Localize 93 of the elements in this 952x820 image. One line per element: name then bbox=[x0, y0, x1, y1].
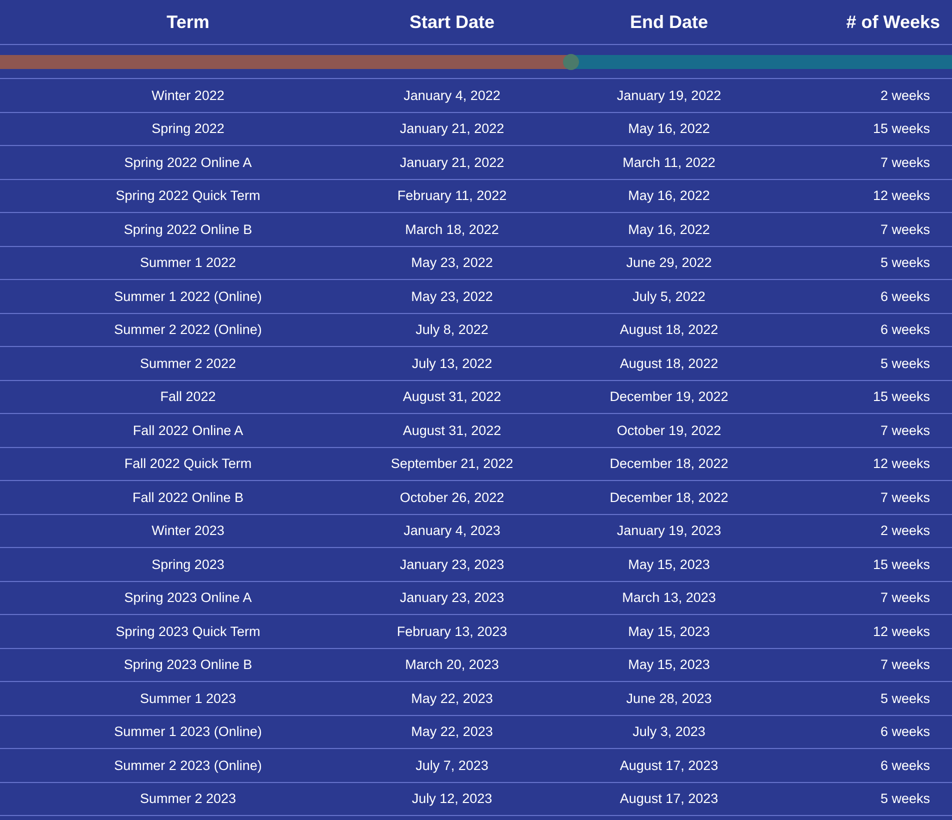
table-cell: July 13, 2022 bbox=[412, 356, 492, 371]
table-cell: 7 weeks bbox=[880, 422, 930, 438]
table-cell: Summer 1 2022 bbox=[140, 255, 236, 270]
table-cell: Fall 2022 Quick Term bbox=[124, 456, 252, 472]
table-cell: Fall 2022 bbox=[160, 389, 216, 404]
table-cell: 5 weeks bbox=[880, 690, 930, 706]
table-cell: January 19, 2022 bbox=[616, 88, 722, 103]
table-cell: Summer 2 2023 (Online) bbox=[114, 758, 262, 773]
table-cell: September 21, 2022 bbox=[390, 456, 514, 472]
table-cell: 7 weeks bbox=[880, 590, 930, 606]
slider-thumb[interactable] bbox=[563, 54, 580, 70]
table-cell: Spring 2022 Online B bbox=[124, 222, 252, 237]
table-cell: March 20, 2023 bbox=[405, 657, 499, 672]
table-cell: 12 weeks bbox=[872, 456, 930, 472]
table-cell: May 15, 2023 bbox=[628, 556, 710, 572]
table-cell: August 31, 2022 bbox=[402, 422, 502, 438]
table-cell: August 17, 2023 bbox=[620, 791, 718, 806]
table-cell: March 18, 2022 bbox=[405, 222, 499, 237]
table-cell: July 12, 2023 bbox=[412, 791, 492, 806]
table-cell: January 19, 2023 bbox=[616, 523, 722, 538]
table-cell: December 18, 2022 bbox=[610, 456, 728, 472]
table-cell: Summer 2 2022 bbox=[140, 356, 236, 371]
table-cell: 15 weeks bbox=[872, 556, 930, 572]
table-cell: May 22, 2023 bbox=[411, 724, 493, 740]
table-cell: 6 weeks bbox=[880, 288, 930, 304]
table-cell: Winter 2022 bbox=[152, 88, 224, 103]
table-cell: 2 weeks bbox=[880, 523, 930, 538]
table-cell: 6 weeks bbox=[880, 724, 930, 740]
table-cell: June 29, 2022 bbox=[626, 255, 712, 270]
table-cell: May 15, 2023 bbox=[628, 657, 710, 672]
table-cell: January 23, 2023 bbox=[400, 556, 504, 572]
table-cell: March 11, 2022 bbox=[622, 154, 716, 170]
table-cell: August 17, 2023 bbox=[620, 758, 718, 773]
table-cell: January 21, 2022 bbox=[400, 121, 504, 136]
table-cell: May 16, 2022 bbox=[628, 222, 710, 237]
table-cell: October 19, 2022 bbox=[616, 422, 722, 438]
table-cell: January 23, 2023 bbox=[400, 590, 504, 606]
table-cell: May 16, 2022 bbox=[628, 188, 710, 204]
table-cell: Spring 2023 Online A bbox=[124, 590, 252, 606]
table-cell: Summer 1 2023 (Online) bbox=[114, 724, 262, 740]
table-cell: January 21, 2022 bbox=[400, 154, 504, 170]
table-cell: May 23, 2022 bbox=[411, 255, 493, 270]
table-cell: 15 weeks bbox=[872, 389, 930, 404]
table-cell: May 15, 2023 bbox=[628, 624, 710, 639]
table-cell: July 5, 2022 bbox=[632, 288, 706, 304]
table-cell: 6 weeks bbox=[880, 322, 930, 338]
table-cell: December 19, 2022 bbox=[610, 389, 728, 404]
table-cell: 12 weeks bbox=[872, 188, 930, 204]
column-header: Start Date bbox=[409, 12, 495, 32]
table-cell: May 22, 2023 bbox=[411, 690, 493, 706]
table-cell: Summer 2 2023 bbox=[140, 791, 236, 806]
table-cell: Spring 2022 Quick Term bbox=[116, 188, 260, 204]
table-cell: June 28, 2023 bbox=[626, 690, 712, 706]
table-cell: August 18, 2022 bbox=[620, 356, 718, 371]
table-cell: Fall 2022 Online B bbox=[132, 490, 244, 505]
table-cell: January 4, 2022 bbox=[404, 88, 500, 103]
table-cell: May 16, 2022 bbox=[628, 121, 710, 136]
table-cell: 7 weeks bbox=[880, 154, 930, 170]
table-cell: 6 weeks bbox=[880, 758, 930, 773]
column-header: End Date bbox=[630, 12, 708, 32]
table-cell: 5 weeks bbox=[880, 356, 930, 371]
table-cell: March 13, 2023 bbox=[622, 590, 716, 606]
table-cell: 5 weeks bbox=[880, 255, 930, 270]
table-cell: February 11, 2022 bbox=[397, 188, 507, 204]
table-cell: 2 weeks bbox=[880, 88, 930, 103]
table-cell: Spring 2023 Online B bbox=[124, 657, 252, 672]
column-header: Term bbox=[166, 12, 210, 32]
table-cell: Summer 2 2022 (Online) bbox=[114, 322, 262, 338]
table-cell: December 18, 2022 bbox=[610, 490, 728, 505]
table-cell: Summer 1 2022 (Online) bbox=[114, 288, 262, 304]
table-cell: 7 weeks bbox=[880, 657, 930, 672]
table-cell: February 13, 2023 bbox=[396, 624, 508, 639]
table-cell: July 3, 2023 bbox=[632, 724, 706, 740]
table-cell: Summer 1 2023 bbox=[140, 690, 236, 706]
table-cell: Spring 2023 bbox=[152, 556, 224, 572]
table-cell: Winter 2023 bbox=[152, 523, 224, 538]
table-cell: 7 weeks bbox=[880, 490, 930, 505]
table-cell: 15 weeks bbox=[872, 121, 930, 136]
table-cell: August 31, 2022 bbox=[402, 389, 502, 404]
table-cell: January 4, 2023 bbox=[404, 523, 500, 538]
table-cell: 7 weeks bbox=[880, 222, 930, 237]
column-header: # of Weeks bbox=[846, 12, 940, 32]
table-cell: Spring 2023 Quick Term bbox=[116, 624, 260, 639]
table-cell: July 7, 2023 bbox=[416, 758, 488, 773]
table-cell: May 23, 2022 bbox=[411, 288, 493, 304]
table-cell: August 18, 2022 bbox=[620, 322, 718, 338]
table-cell: 12 weeks bbox=[872, 624, 930, 639]
table-cell: Spring 2022 Online A bbox=[124, 154, 252, 170]
table-cell: Fall 2022 Online A bbox=[132, 422, 244, 438]
table-cell: October 26, 2022 bbox=[400, 490, 504, 505]
table-cell: 5 weeks bbox=[880, 791, 930, 806]
table-cell: Spring 2022 bbox=[152, 121, 224, 136]
table-cell: July 8, 2022 bbox=[416, 322, 488, 338]
